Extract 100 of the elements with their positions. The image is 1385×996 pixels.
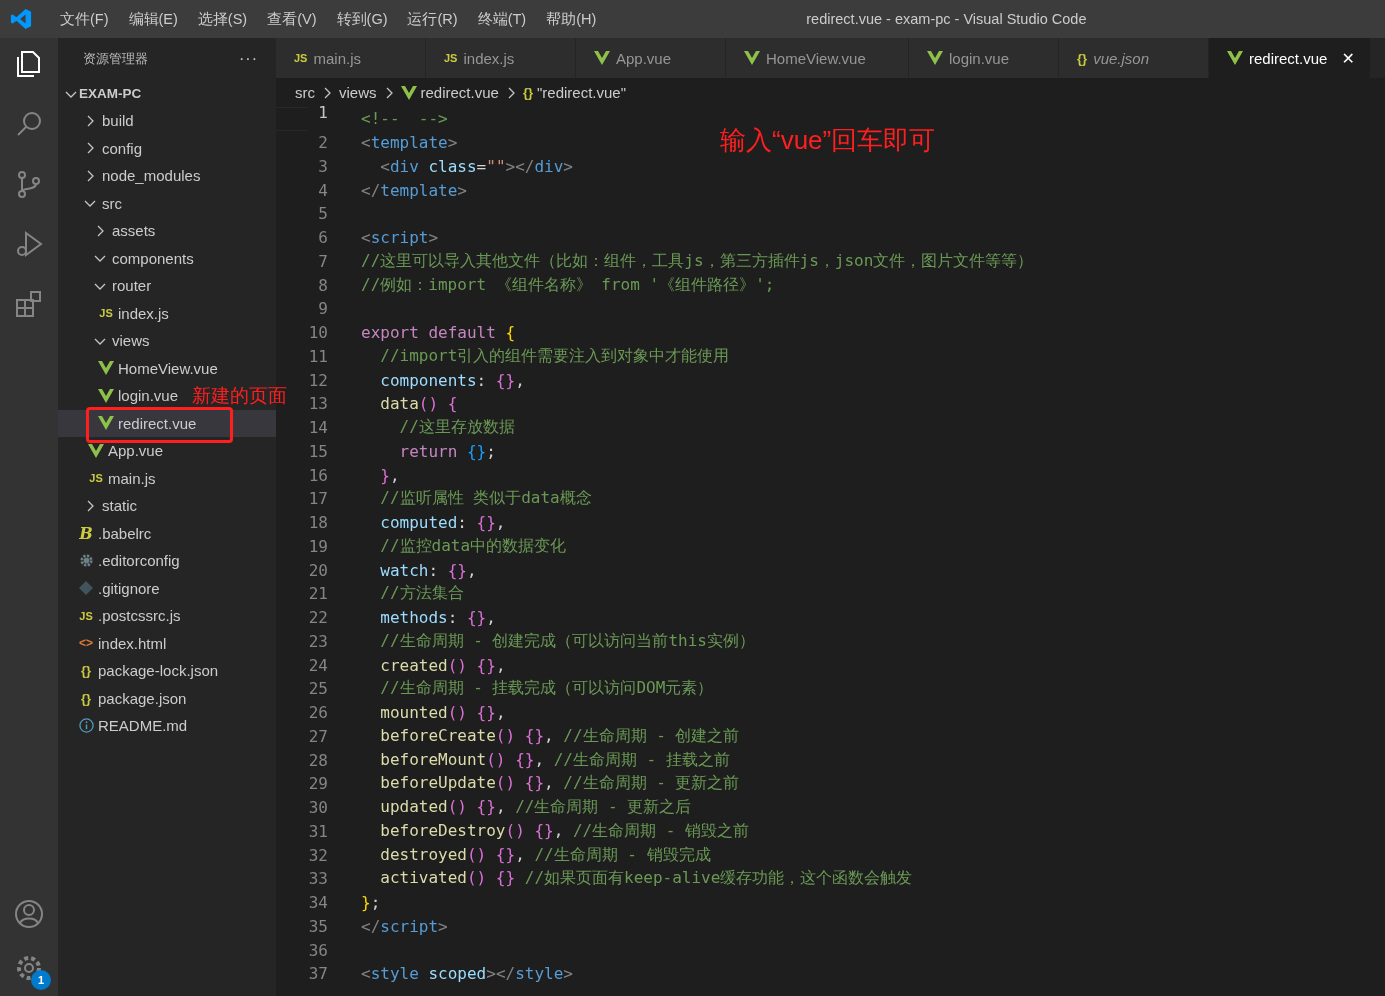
code-line: //import引入的组件需要注入到对象中才能使用 <box>379 345 730 367</box>
menu-item[interactable]: 终端(T) <box>467 9 537 29</box>
notification-badge: 1 <box>31 970 51 990</box>
editor-tab[interactable]: JS main.js <box>276 38 426 78</box>
file-item[interactable]: JS main.js <box>58 464 156 492</box>
file-item[interactable]: .gitignore <box>58 574 160 602</box>
line-number: 5 <box>317 204 328 224</box>
line-number: 26 <box>307 703 328 723</box>
line-number: 23 <box>307 631 328 651</box>
menu-item[interactable]: 运行(R) <box>397 9 468 29</box>
code-line: //这里存放数据 <box>398 417 515 439</box>
line-number: 30 <box>307 798 328 818</box>
code-line: }; <box>361 893 381 913</box>
line-number: 17 <box>307 489 328 509</box>
folder-item[interactable]: src <box>58 189 122 217</box>
editor-tab[interactable]: login.vue <box>909 38 1059 78</box>
line-number: 28 <box>307 750 328 770</box>
line-number: 15 <box>307 441 328 461</box>
code-line: <div class=""></div> <box>379 156 573 176</box>
breadcrumb-item[interactable]: {} "redirect.vue" <box>522 84 627 101</box>
line-number: 19 <box>307 536 328 556</box>
menu-item[interactable]: 文件(F) <box>50 9 119 29</box>
account-icon[interactable] <box>13 898 45 930</box>
file-item[interactable]: JS index.js <box>58 299 169 327</box>
js-icon: JS <box>444 52 458 64</box>
code-line: <template> <box>361 133 458 153</box>
file-item[interactable]: HomeView.vue <box>58 354 218 382</box>
menu-item[interactable]: 选择(S) <box>187 9 258 29</box>
file-item[interactable]: {} package.json <box>58 684 187 712</box>
folder-item[interactable]: node_modules <box>58 162 201 190</box>
code-line: beforeMount() {}, //生命周期 - 挂载之前 <box>379 749 730 771</box>
folder-item[interactable]: components <box>58 244 194 272</box>
folder-item[interactable]: static <box>58 492 137 520</box>
code-line: //生命周期 - 挂载完成（可以访问DOM元素） <box>379 678 714 700</box>
line-number: 25 <box>307 679 328 699</box>
gear-icon <box>78 553 94 569</box>
code-line: //例如：import 《组件名称》 from '《组件路径》'; <box>361 274 775 296</box>
code-line: components: {}, <box>379 370 525 390</box>
code-line: </template> <box>361 180 467 200</box>
line-number: 11 <box>307 346 328 366</box>
file-item[interactable]: login.vue <box>58 382 179 410</box>
line-number: 21 <box>307 584 328 604</box>
line-number: 31 <box>307 821 328 841</box>
code-line: data() { <box>379 394 458 414</box>
folder-item[interactable]: config <box>58 134 143 162</box>
code-line: //监听属性 类似于data概念 <box>379 488 592 510</box>
folder-item[interactable]: build <box>58 107 134 135</box>
breadcrumb-item[interactable]: views <box>339 84 377 101</box>
code-line: //生命周期 - 创建完成（可以访问当前this实例） <box>379 630 755 652</box>
app-logo-icon <box>10 8 32 30</box>
code-line: beforeDestroy() {}, //生命周期 - 销毁之前 <box>379 820 750 842</box>
editor-tab[interactable]: HomeView.vue <box>726 38 909 78</box>
vue-icon <box>927 51 943 65</box>
code-line: beforeCreate() {}, //生命周期 - 创建之前 <box>379 725 740 747</box>
line-number: 9 <box>317 299 328 319</box>
js-icon: JS <box>294 52 308 64</box>
code-line: updated() {}, //生命周期 - 更新之后 <box>379 797 692 819</box>
line-number: 2 <box>317 133 328 153</box>
editor-tab[interactable]: {} vue.json <box>1059 38 1209 78</box>
code-line: <script> <box>361 228 439 248</box>
menu-item[interactable]: 转到(G) <box>326 9 398 29</box>
folder-item[interactable]: router <box>58 272 152 300</box>
line-number: 4 <box>317 180 328 200</box>
editor-tab[interactable]: JS index.js <box>426 38 576 78</box>
vue-icon <box>400 85 417 100</box>
code-line: created() {}, <box>379 655 506 675</box>
file-item[interactable]: README.md <box>58 712 188 740</box>
file-item[interactable]: <> index.html <box>58 629 167 657</box>
code-line: //方法集合 <box>379 583 464 605</box>
line-number: 18 <box>307 513 328 533</box>
code-line: //监控data中的数据变化 <box>379 535 567 557</box>
breadcrumb-item[interactable]: src <box>295 84 315 101</box>
line-number: 10 <box>307 323 328 343</box>
code-line: destroyed() {}, //生命周期 - 销毁完成 <box>379 844 711 866</box>
menu-item[interactable]: 查看(V) <box>257 9 327 29</box>
folder-item[interactable]: views <box>58 327 150 355</box>
folder-item[interactable]: assets <box>58 217 156 245</box>
menu-item[interactable]: 帮助(H) <box>536 9 607 29</box>
breadcrumb-item[interactable]: redirect.vue <box>400 84 499 101</box>
file-item[interactable]: JS .postcssrc.js <box>58 602 181 630</box>
more-button[interactable]: ··· <box>239 50 258 68</box>
line-number: 32 <box>307 845 328 865</box>
file-item[interactable]: B .babelrc <box>58 519 152 547</box>
code-line: methods: {}, <box>379 608 496 628</box>
line-number: 33 <box>307 869 328 889</box>
file-item[interactable]: {} package-lock.json <box>58 657 219 685</box>
close-icon[interactable]: ✕ <box>1341 48 1355 68</box>
file-item[interactable]: App.vue <box>58 437 164 465</box>
code-line: </script> <box>361 916 448 936</box>
editor-tab[interactable]: redirect.vue ✕ <box>1209 38 1371 78</box>
line-number: 16 <box>307 465 328 485</box>
file-item[interactable]: .editorconfig <box>58 547 180 575</box>
line-number: 35 <box>307 916 328 936</box>
editor-tab[interactable]: App.vue <box>576 38 726 78</box>
code-line: export default { <box>361 323 516 343</box>
section-header[interactable]: EXAM-PC <box>58 80 276 107</box>
menu-item[interactable]: 编辑(E) <box>118 9 188 29</box>
annotation-note: 输入“vue”回车即可 <box>720 124 936 157</box>
code-line: beforeUpdate() {}, //生命周期 - 更新之前 <box>379 773 740 795</box>
braces-icon: {} <box>80 690 92 706</box>
